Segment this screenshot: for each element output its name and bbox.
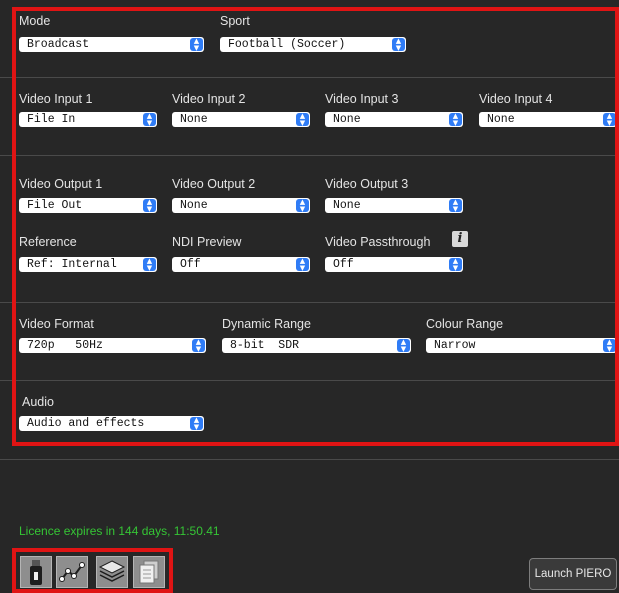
licence-status: Licence expires in 144 days, 11:50.41 [19, 524, 220, 538]
section-divider [0, 459, 619, 460]
toolbar-highlight [12, 548, 173, 593]
launch-piero-button[interactable]: Launch PIERO [529, 558, 617, 590]
settings-highlight [12, 7, 619, 446]
